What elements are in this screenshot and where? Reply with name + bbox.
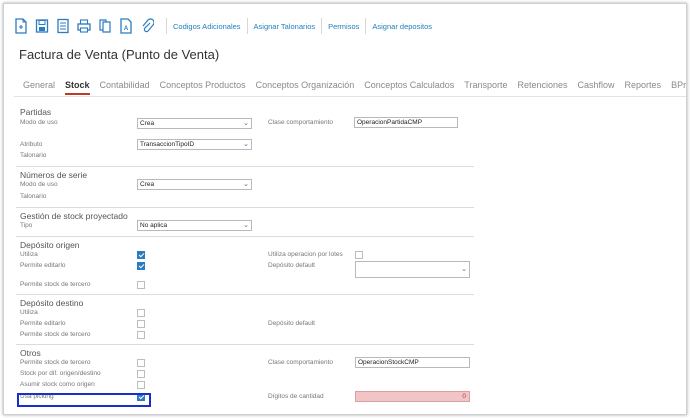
partidas-talonario-label: Talonario [20, 152, 47, 159]
tab-contabilidad[interactable]: Contabilidad [100, 80, 150, 94]
partidas-modo-uso-value: Crea [140, 120, 155, 127]
section-title-numeros-serie: Números de serie [20, 170, 88, 180]
otros-stock-dif-checkbox[interactable] [137, 370, 145, 378]
otros-permite-tercero-checkbox[interactable] [137, 359, 145, 367]
destino-deposito-default-label: Depósito default [268, 320, 315, 327]
section-title-deposito-origen: Depósito origen [20, 240, 80, 250]
chevron-down-icon: ⌄ [243, 120, 249, 127]
numeros-modo-uso-label: Modo de uso [20, 181, 58, 188]
gestion-tipo-label: Tipo [20, 222, 33, 229]
permisos-link[interactable]: Permisos [327, 22, 360, 31]
partidas-modo-uso-select[interactable]: Crea ⌄ [137, 118, 252, 129]
asignar-depositos-link[interactable]: Asignar depositos [371, 22, 433, 31]
destino-permite-tercero-checkbox[interactable] [137, 331, 145, 339]
partidas-clase-input[interactable]: OperacionPartidaCMP [354, 117, 458, 128]
tab-bar: General Stock Contabilidad Conceptos Pro… [23, 80, 686, 95]
toolbar: A Codigos Adicionales Asignar Talonarios… [14, 14, 433, 38]
tab-bproc[interactable]: BProc. [671, 80, 686, 94]
tab-conceptos-organizacion[interactable]: Conceptos Organización [256, 80, 355, 94]
copy-icon[interactable] [98, 18, 112, 34]
toolbar-divider [321, 18, 323, 34]
otros-asumir-checkbox[interactable] [137, 381, 145, 389]
origen-utiliza-lotes-label: Utiliza operacion por lotes [268, 251, 343, 258]
tab-transporte[interactable]: Transporte [464, 80, 507, 94]
partidas-atributo-value: TransaccionTipoID [140, 141, 195, 148]
tab-general[interactable]: General [23, 80, 55, 94]
gestion-tipo-value: No aplica [140, 222, 168, 229]
origen-utiliza-checkbox[interactable] [137, 251, 145, 259]
partidas-clase-label: Clase comportamiento [268, 119, 334, 126]
tab-reportes[interactable]: Reportes [625, 80, 662, 94]
partidas-modo-uso-label: Modo de uso [20, 119, 58, 126]
otros-digitos-input[interactable]: 0 [355, 391, 470, 402]
tab-cashflow[interactable]: Cashflow [578, 80, 615, 94]
origen-deposito-default-label: Depósito default [268, 262, 315, 269]
chevron-down-icon: ⌄ [461, 266, 467, 273]
tab-divider [14, 96, 686, 97]
codigos-adicionales-link[interactable]: Codigos Adicionales [172, 22, 242, 31]
section-divider [16, 207, 474, 208]
section-title-otros: Otros [20, 348, 41, 358]
numeros-talonario-label: Talonario [20, 193, 47, 200]
tab-conceptos-productos[interactable]: Conceptos Productos [160, 80, 246, 94]
numeros-modo-uso-select[interactable]: Crea ⌄ [137, 179, 252, 190]
otros-permite-tercero-label: Permite stock de tercero [20, 359, 91, 366]
destino-utiliza-label: Utiliza [20, 309, 38, 316]
origen-permite-editarlo-label: Permite editarlo [20, 262, 66, 269]
otros-clase-label: Clase comportamiento [268, 359, 334, 366]
destino-permite-tercero-label: Permite stock de tercero [20, 331, 91, 338]
partidas-atributo-select[interactable]: TransaccionTipoID ⌄ [137, 139, 252, 150]
numeros-modo-uso-value: Crea [140, 181, 155, 188]
tab-conceptos-calculados[interactable]: Conceptos Calculados [364, 80, 454, 94]
svg-text:A: A [124, 26, 129, 32]
chevron-down-icon: ⌄ [243, 222, 249, 229]
page-title: Factura de Venta (Punto de Venta) [19, 47, 220, 62]
pdf-icon[interactable]: A [119, 18, 133, 34]
toolbar-divider [246, 18, 248, 34]
gestion-tipo-select[interactable]: No aplica ⌄ [137, 220, 252, 231]
save-icon[interactable] [35, 18, 49, 34]
chevron-down-icon: ⌄ [243, 141, 249, 148]
origen-deposito-default-select[interactable]: ⌄ [355, 261, 470, 278]
destino-permite-editarlo-label: Permite editarlo [20, 320, 66, 327]
window: A Codigos Adicionales Asignar Talonarios… [3, 3, 687, 415]
section-title-partidas: Partidas [20, 107, 52, 117]
otros-asumir-label: Asumir stock como origen [20, 381, 95, 388]
new-document-icon[interactable] [14, 18, 28, 34]
chevron-down-icon: ⌄ [243, 181, 249, 188]
tab-retenciones[interactable]: Retenciones [517, 80, 567, 94]
origen-utiliza-label: Utiliza [20, 251, 38, 258]
section-divider [16, 294, 474, 295]
section-divider [16, 166, 474, 167]
otros-digitos-label: Dígitos de cantidad [268, 393, 324, 400]
partidas-atributo-label: Atributo [20, 141, 43, 148]
section-divider [16, 344, 474, 345]
tab-stock[interactable]: Stock [65, 80, 90, 95]
origen-permite-tercero-label: Permite stock de tercero [20, 281, 91, 288]
otros-stock-dif-label: Stock por dif. origen/destino [20, 370, 101, 377]
print-icon[interactable] [77, 18, 91, 34]
usa-picking-highlight [17, 393, 151, 407]
destino-utiliza-checkbox[interactable] [137, 309, 145, 317]
attach-icon[interactable] [140, 18, 154, 34]
toolbar-divider [166, 18, 167, 34]
origen-utiliza-lotes-checkbox[interactable] [355, 251, 363, 259]
origen-permite-tercero-checkbox[interactable] [137, 281, 145, 289]
otros-clase-input[interactable]: OperacionStockCMP [355, 357, 470, 368]
toolbar-divider [365, 18, 367, 34]
origen-permite-editarlo-checkbox[interactable] [137, 262, 145, 270]
section-title-gestion-stock: Gestión de stock proyectado [20, 211, 128, 221]
list-icon[interactable] [56, 18, 70, 34]
destino-permite-editarlo-checkbox[interactable] [137, 320, 145, 328]
section-title-deposito-destino: Depósito destino [20, 298, 84, 308]
asignar-talonarios-link[interactable]: Asignar Talonarios [253, 22, 317, 31]
section-divider [16, 236, 474, 237]
